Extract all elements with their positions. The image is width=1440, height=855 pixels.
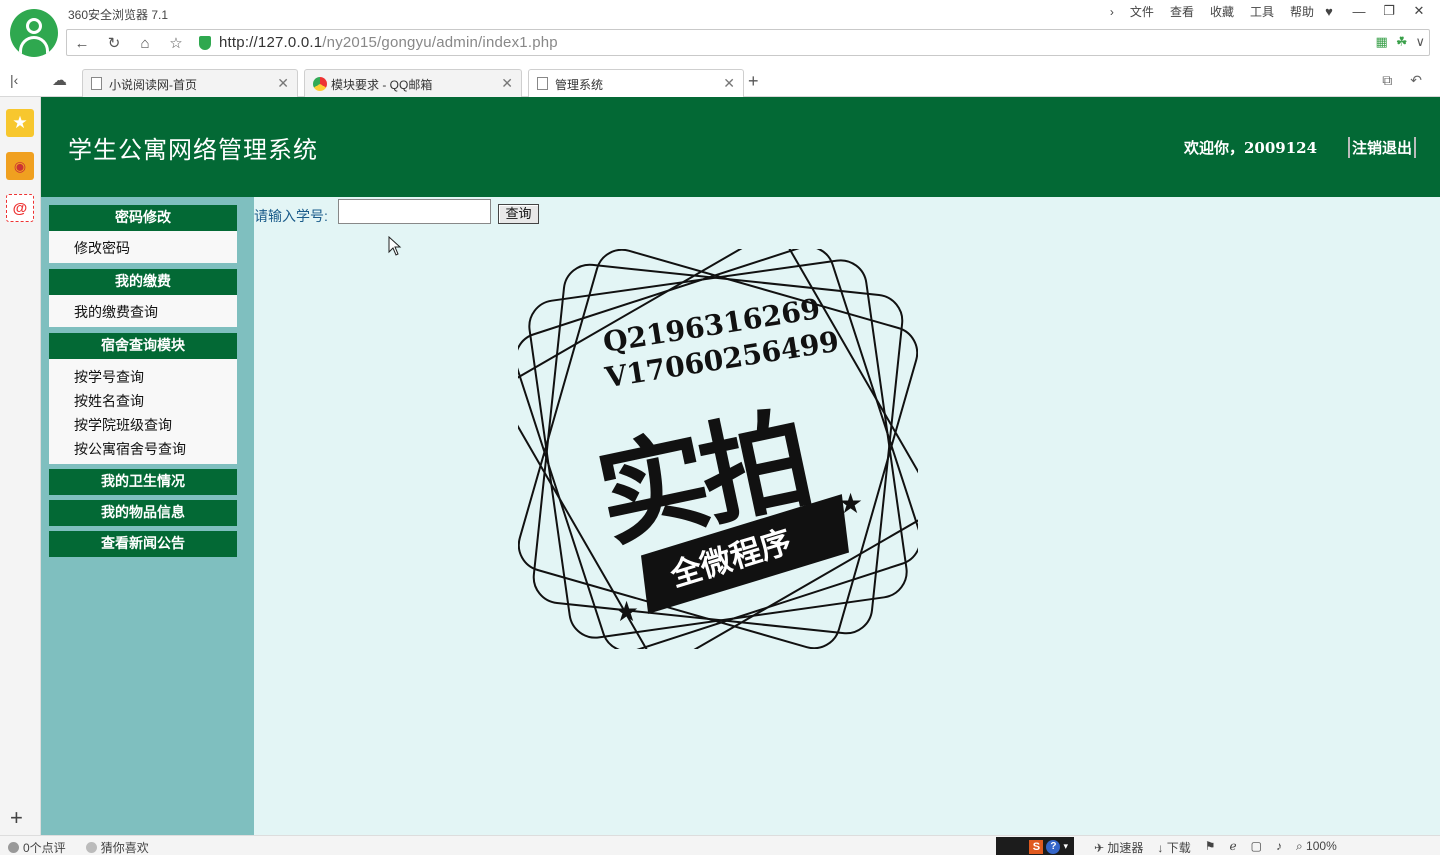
browser-menu: › 文件 查看 收藏 工具 帮助	[1102, 4, 1322, 20]
nav-section-body: 按学号查询 按姓名查询 按学院班级查询 按公寓宿舍号查询	[49, 359, 237, 464]
nav-section-password[interactable]: 密码修改	[49, 205, 237, 231]
page-icon	[537, 77, 548, 90]
close-tab-icon[interactable]: ✕	[723, 75, 735, 92]
chevron-down-icon[interactable]: ∨	[1415, 34, 1425, 50]
app-title: 360安全浏览器 7.1	[68, 8, 169, 22]
page-icon	[91, 77, 102, 90]
accelerator-button[interactable]: ✈ 加速器	[1094, 839, 1143, 855]
favorites-icon[interactable]: ★	[6, 109, 34, 137]
nav-link-by-class[interactable]: 按学院班级查询	[74, 415, 172, 435]
input-method-bar[interactable]: S ? ▾	[996, 837, 1074, 855]
menu-item-file[interactable]: 文件	[1122, 4, 1162, 20]
sogou-icon[interactable]: S	[1029, 839, 1044, 854]
main-content: 请输入学号: 查询 Q2196316269 V17060256499 实拍 全微…	[254, 197, 1440, 835]
menu-item-view[interactable]: 查看	[1162, 4, 1202, 20]
search-label: 请输入学号:	[254, 208, 328, 224]
window-controls: ♥ — ❐ ✕	[1316, 2, 1432, 20]
browser-titlebar: 360安全浏览器 7.1 › 文件 查看 收藏 工具 帮助 ♥ — ❐ ✕ ← …	[0, 0, 1440, 66]
tab-label: 管理系统	[555, 78, 604, 92]
tab-qqmail[interactable]: 模块要求 - QQ邮箱 ✕	[304, 69, 522, 97]
sound-icon[interactable]: ♪	[1276, 839, 1282, 855]
nav-section-body: 我的缴费查询	[49, 295, 237, 327]
window-icon[interactable]: ▢	[1251, 839, 1262, 855]
qr-code-icon[interactable]: ▦	[1376, 34, 1388, 50]
home-icon[interactable]: ⌂	[134, 33, 156, 53]
close-button[interactable]: ✕	[1406, 2, 1432, 20]
close-tab-icon[interactable]: ✕	[501, 75, 513, 92]
minimize-button[interactable]: —	[1346, 2, 1372, 20]
tab-label: 模块要求 - QQ邮箱	[331, 78, 433, 92]
url-input[interactable]: http://127.0.0.1/ny2015/gongyu/admin/ind…	[219, 34, 558, 51]
nav-section-items[interactable]: 我的物品信息	[49, 500, 237, 526]
ime-menu-icon[interactable]: ▾	[1063, 841, 1068, 852]
student-id-input[interactable]	[338, 199, 491, 224]
menu-expand-icon[interactable]: ›	[1102, 4, 1122, 20]
mail-icon[interactable]: @	[6, 194, 34, 222]
cloud-icon[interactable]: ☁	[52, 71, 67, 89]
leaf-icon[interactable]: ☘	[1396, 34, 1408, 50]
mouse-cursor-icon	[388, 236, 402, 256]
tab-label: 小说阅读网-首页	[109, 78, 197, 92]
nav-section-body: 修改密码	[49, 231, 237, 263]
tab-novel[interactable]: 小说阅读网-首页 ✕	[82, 69, 298, 97]
nav-link-by-name[interactable]: 按姓名查询	[74, 391, 144, 411]
comments-button[interactable]: 0个点评	[8, 839, 66, 855]
watermark-stamp: Q2196316269 V17060256499 实拍 全微程序 ★ ★	[518, 249, 918, 649]
menu-item-favorites[interactable]: 收藏	[1202, 4, 1242, 20]
comment-icon	[8, 842, 19, 853]
search-button[interactable]: 查询	[498, 204, 539, 224]
tab-management[interactable]: 管理系统 ✕	[528, 69, 744, 98]
add-icon[interactable]: +	[10, 805, 23, 831]
back-icon[interactable]: ←	[71, 33, 93, 53]
status-bar: 0个点评 猜你喜欢 S ? ▾ ✈ 加速器 ↓ 下载 ⚑ ℯ ▢ ♪ ⌕ 100…	[0, 835, 1440, 855]
user-avatar-icon[interactable]	[10, 9, 58, 57]
tab-list-icon[interactable]: |‹	[10, 72, 18, 88]
nav-link-by-student-id[interactable]: 按学号查询	[74, 367, 144, 387]
nav-section-news[interactable]: 查看新闻公告	[49, 531, 237, 557]
zoom-control[interactable]: ⌕ 100%	[1296, 839, 1337, 855]
restore-tabs-icon[interactable]: ⧉	[1382, 72, 1392, 89]
refresh-icon[interactable]: ↻	[103, 33, 125, 53]
security-shield-icon[interactable]	[199, 36, 211, 50]
nav-section-hygiene[interactable]: 我的卫生情况	[49, 469, 237, 495]
skin-icon[interactable]: ♥	[1316, 2, 1342, 20]
restore-button[interactable]: ❐	[1376, 2, 1402, 20]
download-button[interactable]: ↓ 下载	[1157, 839, 1190, 855]
page-title: 学生公寓网络管理系统	[68, 136, 318, 164]
page-header: 学生公寓网络管理系统 欢迎你，2009124 注销退出	[41, 97, 1440, 197]
logout-link[interactable]: 注销退出	[1348, 137, 1417, 158]
flag-icon[interactable]: ⚑	[1205, 839, 1216, 855]
star-icon[interactable]: ☆	[165, 33, 187, 53]
ie-mode-icon[interactable]: ℯ	[1230, 839, 1237, 855]
nav-link-fee-query[interactable]: 我的缴费查询	[74, 302, 158, 322]
nav-link-by-dorm[interactable]: 按公寓宿舍号查询	[74, 439, 186, 459]
heart-icon	[85, 842, 97, 853]
nav-link-change-password[interactable]: 修改密码	[74, 238, 130, 258]
sidebar-nav: 密码修改 修改密码 我的缴费 我的缴费查询 宿舍查询模块 按学号查询 按姓名查询…	[41, 197, 254, 835]
star-icon: ★	[838, 488, 864, 519]
chrome-icon	[313, 77, 327, 91]
address-bar: ← ↻ ⌂ ☆ http://127.0.0.1/ny2015/gongyu/a…	[66, 29, 1430, 56]
welcome-text: 欢迎你，2009124	[1184, 139, 1318, 157]
close-tab-icon[interactable]: ✕	[277, 75, 289, 92]
tab-bar: |‹ ☁ 小说阅读网-首页 ✕ 模块要求 - QQ邮箱 ✕ 管理系统 ✕ + ⧉…	[0, 66, 1440, 98]
browser-sidebar: ★ ◉ @ +	[0, 97, 41, 835]
guess-you-like-button[interactable]: 猜你喜欢	[85, 839, 149, 855]
new-tab-button[interactable]: +	[748, 71, 759, 92]
weibo-icon[interactable]: ◉	[6, 152, 34, 180]
menu-item-tools[interactable]: 工具	[1242, 4, 1282, 20]
help-icon[interactable]: ?	[1046, 839, 1061, 854]
star-icon: ★	[614, 596, 640, 627]
undo-close-icon[interactable]: ↶	[1410, 72, 1422, 89]
nav-section-fees[interactable]: 我的缴费	[49, 269, 237, 295]
nav-section-dorm-query[interactable]: 宿舍查询模块	[49, 333, 237, 359]
